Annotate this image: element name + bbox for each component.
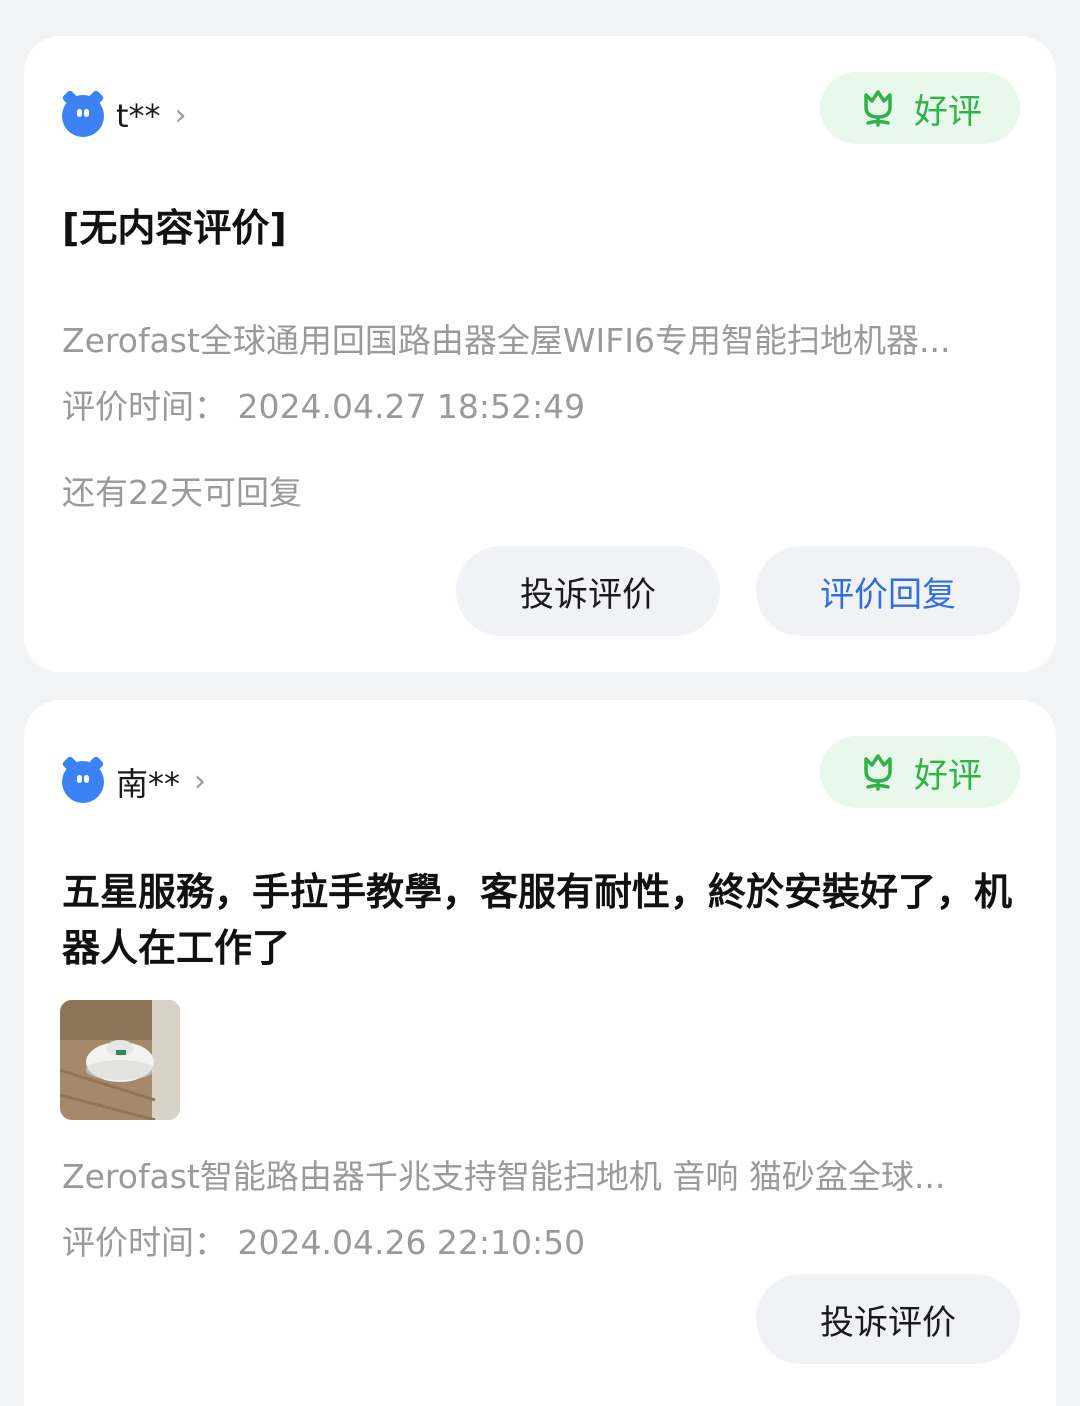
- positive-review-badge: 好评: [820, 736, 1020, 808]
- review-content: [无内容评价]: [62, 206, 287, 250]
- avatar-icon: [61, 89, 105, 137]
- reviews-page: t** › 好评 [无内容评价] Zerofast全球通用回国路由器全屋WIFI…: [0, 0, 1080, 1406]
- review-card: t** › 好评 [无内容评价] Zerofast全球通用回国路由器全屋WIFI…: [24, 36, 1056, 672]
- review-card: 南** › 好评 五星服務，手拉手教學，客服有耐性，終於安裝好了，机器人在工作了: [24, 700, 1056, 1406]
- badge-label: 好评: [914, 755, 982, 796]
- user-row[interactable]: t** ›: [61, 89, 187, 137]
- product-name[interactable]: Zerofast全球通用回国路由器全屋WIFI6专用智能扫地机器...: [62, 314, 1012, 362]
- chevron-right-icon: ›: [174, 98, 187, 133]
- tulip-icon: [864, 90, 892, 127]
- reply-remaining: 还有22天可回复: [62, 473, 302, 512]
- robot-vacuum-photo: [60, 1000, 180, 1120]
- avatar-icon: [61, 755, 105, 803]
- username: 南**: [116, 765, 181, 803]
- complain-review-button[interactable]: 投诉评价: [456, 546, 720, 636]
- badge-label: 好评: [914, 91, 982, 132]
- review-content: 五星服務，手拉手教學，客服有耐性，終於安裝好了，机器人在工作了: [62, 870, 1013, 970]
- chevron-right-icon: ›: [194, 764, 207, 799]
- review-time: 评价时间： 2024.04.26 22:10:50: [62, 1223, 586, 1262]
- review-time: 评价时间： 2024.04.27 18:52:49: [62, 387, 586, 426]
- username: t**: [116, 97, 161, 135]
- user-row[interactable]: 南** ›: [61, 755, 207, 805]
- reply-review-button[interactable]: 评价回复: [756, 546, 1020, 636]
- product-name[interactable]: Zerofast智能路由器千兆支持智能扫地机 音响 猫砂盆全球...: [62, 1150, 1012, 1198]
- tulip-icon: [864, 754, 892, 791]
- positive-review-badge: 好评: [820, 72, 1020, 144]
- review-photo-thumbnail[interactable]: [60, 1000, 180, 1120]
- complain-review-button[interactable]: 投诉评价: [756, 1274, 1020, 1364]
